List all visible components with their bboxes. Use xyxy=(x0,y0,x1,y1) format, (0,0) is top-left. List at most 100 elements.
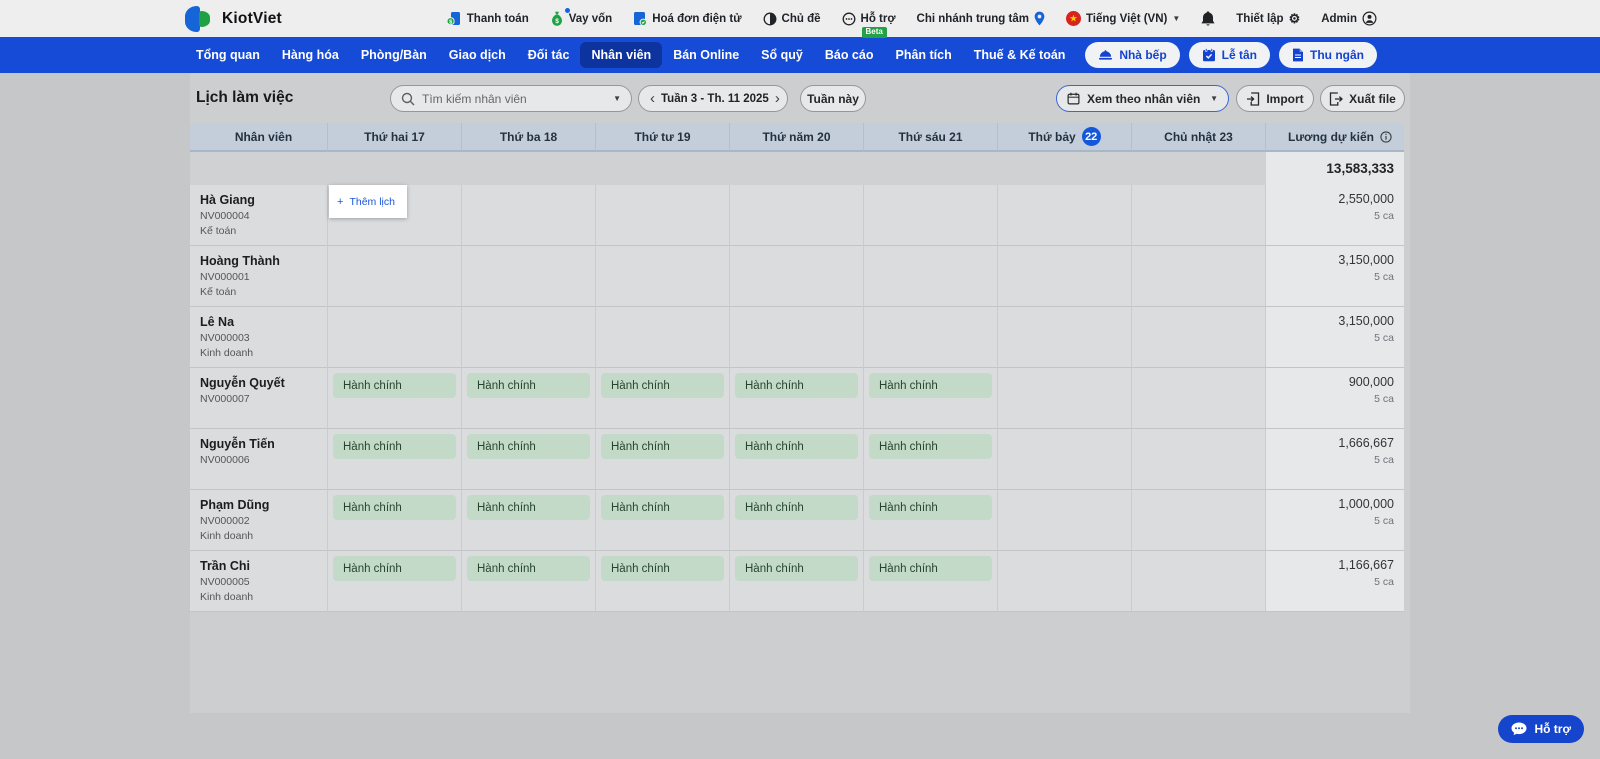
column-header-8[interactable]: Chủ nhật 23 xyxy=(1132,123,1266,152)
schedule-cell[interactable]: Hành chính xyxy=(596,429,730,490)
info-icon[interactable] xyxy=(1380,130,1392,143)
schedule-cell[interactable]: Hành chính xyxy=(864,490,998,551)
shift-badge[interactable]: Hành chính xyxy=(869,556,992,581)
schedule-cell[interactable]: Hành chính xyxy=(462,368,596,429)
notifications-button[interactable] xyxy=(1201,10,1215,27)
settings-menu-item[interactable]: Thiết lập ⚙ xyxy=(1236,12,1300,25)
schedule-cell[interactable]: Hành chính xyxy=(462,551,596,612)
kitchen-button[interactable]: Nhà bếp xyxy=(1085,42,1180,68)
import-button[interactable]: Import xyxy=(1236,85,1314,112)
view-mode-select[interactable]: Xem theo nhân viên ▼ xyxy=(1056,85,1229,112)
nav-item-1[interactable]: Tổng quan xyxy=(185,42,271,68)
nav-item-5[interactable]: Đối tác xyxy=(517,42,581,68)
search-input[interactable] xyxy=(422,91,607,106)
schedule-cell[interactable] xyxy=(596,307,730,368)
theme-menu-item[interactable]: Chủ đề xyxy=(763,12,821,26)
schedule-cell[interactable]: Hành chính xyxy=(328,551,462,612)
schedule-cell[interactable]: Hành chính xyxy=(730,490,864,551)
schedule-cell[interactable] xyxy=(462,185,596,246)
nav-item-2[interactable]: Hàng hóa xyxy=(271,42,350,68)
schedule-cell[interactable]: Hành chính xyxy=(864,429,998,490)
shift-badge[interactable]: Hành chính xyxy=(333,556,456,581)
shift-badge[interactable]: Hành chính xyxy=(735,495,858,520)
schedule-cell[interactable]: Hành chính xyxy=(328,490,462,551)
schedule-cell[interactable]: Hành chính xyxy=(462,429,596,490)
shift-badge[interactable]: Hành chính xyxy=(735,434,858,459)
schedule-cell[interactable] xyxy=(998,490,1132,551)
admin-menu-item[interactable]: Admin xyxy=(1321,11,1377,26)
schedule-cell[interactable] xyxy=(998,429,1132,490)
schedule-cell[interactable]: + Thêm lịch xyxy=(328,185,462,246)
schedule-cell[interactable]: Hành chính xyxy=(328,429,462,490)
schedule-cell[interactable] xyxy=(1132,551,1266,612)
schedule-cell[interactable] xyxy=(1132,490,1266,551)
shift-badge[interactable]: Hành chính xyxy=(467,434,590,459)
shift-badge[interactable]: Hành chính xyxy=(601,434,724,459)
schedule-cell[interactable] xyxy=(998,246,1132,307)
column-header-2[interactable]: Thứ hai 17 xyxy=(328,123,462,152)
shift-badge[interactable]: Hành chính xyxy=(601,556,724,581)
schedule-cell[interactable] xyxy=(1132,307,1266,368)
schedule-cell[interactable]: Hành chính xyxy=(462,490,596,551)
einvoice-menu-item[interactable]: Hoá đơn điện tử xyxy=(633,11,742,26)
reception-button[interactable]: Lễ tân xyxy=(1188,42,1270,68)
schedule-cell[interactable] xyxy=(864,246,998,307)
nav-item-4[interactable]: Giao dịch xyxy=(438,42,517,68)
shift-badge[interactable]: Hành chính xyxy=(333,495,456,520)
prev-week-button[interactable]: ‹ xyxy=(648,91,657,106)
this-week-button[interactable]: Tuần này xyxy=(800,85,866,112)
nav-item-6[interactable]: Nhân viên xyxy=(580,42,663,68)
schedule-cell[interactable]: Hành chính xyxy=(596,368,730,429)
nav-item-8[interactable]: Sổ quỹ xyxy=(750,42,814,68)
schedule-cell[interactable]: Hành chính xyxy=(730,429,864,490)
schedule-cell[interactable]: Hành chính xyxy=(730,368,864,429)
shift-badge[interactable]: Hành chính xyxy=(869,434,992,459)
nav-item-7[interactable]: Bán Online xyxy=(662,42,750,68)
schedule-cell[interactable] xyxy=(730,307,864,368)
schedule-cell[interactable] xyxy=(730,246,864,307)
schedule-cell[interactable]: Hành chính xyxy=(596,551,730,612)
language-menu-item[interactable]: ★ Tiếng Việt (VN) ▼ xyxy=(1065,11,1180,26)
support-menu-item[interactable]: Hỗ trợ Beta xyxy=(842,12,896,38)
schedule-cell[interactable]: Hành chính xyxy=(730,551,864,612)
schedule-cell[interactable] xyxy=(998,551,1132,612)
add-shift-popup[interactable]: + Thêm lịch xyxy=(329,185,407,218)
search-caret-icon[interactable]: ▼ xyxy=(613,94,621,103)
nav-item-11[interactable]: Thuế & Kế toán xyxy=(963,42,1077,68)
schedule-cell[interactable] xyxy=(462,307,596,368)
schedule-cell[interactable] xyxy=(998,368,1132,429)
next-week-button[interactable]: › xyxy=(773,91,782,106)
column-header-6[interactable]: Thứ sáu 21 xyxy=(864,123,998,152)
branch-menu-item[interactable]: Chi nhánh trung tâm xyxy=(917,11,1045,26)
shift-badge[interactable]: Hành chính xyxy=(869,495,992,520)
column-header-4[interactable]: Thứ tư 19 xyxy=(596,123,730,152)
payment-menu-item[interactable]: $ Thanh toán xyxy=(446,11,529,26)
schedule-cell[interactable] xyxy=(1132,429,1266,490)
loan-menu-item[interactable]: $ Vay vốn xyxy=(550,8,612,26)
column-header-5[interactable]: Thứ năm 20 xyxy=(730,123,864,152)
schedule-cell[interactable] xyxy=(328,246,462,307)
schedule-cell[interactable] xyxy=(1132,185,1266,246)
schedule-cell[interactable]: Hành chính xyxy=(864,551,998,612)
shift-badge[interactable]: Hành chính xyxy=(467,495,590,520)
shift-badge[interactable]: Hành chính xyxy=(601,373,724,398)
schedule-cell[interactable] xyxy=(1132,246,1266,307)
schedule-cell[interactable] xyxy=(864,307,998,368)
schedule-cell[interactable] xyxy=(730,185,864,246)
schedule-cell[interactable] xyxy=(1132,368,1266,429)
schedule-cell[interactable] xyxy=(328,307,462,368)
kiotviet-brand[interactable]: KiotViet xyxy=(185,5,282,32)
schedule-cell[interactable]: Hành chính xyxy=(328,368,462,429)
shift-badge[interactable]: Hành chính xyxy=(735,373,858,398)
schedule-cell[interactable] xyxy=(998,185,1132,246)
shift-badge[interactable]: Hành chính xyxy=(735,556,858,581)
cashier-button[interactable]: Thu ngân xyxy=(1279,42,1377,68)
shift-badge[interactable]: Hành chính xyxy=(601,495,724,520)
shift-badge[interactable]: Hành chính xyxy=(333,434,456,459)
schedule-cell[interactable]: Hành chính xyxy=(596,490,730,551)
schedule-cell[interactable]: Hành chính xyxy=(864,368,998,429)
schedule-cell[interactable] xyxy=(596,246,730,307)
schedule-cell[interactable] xyxy=(596,185,730,246)
shift-badge[interactable]: Hành chính xyxy=(467,556,590,581)
schedule-cell[interactable] xyxy=(462,246,596,307)
